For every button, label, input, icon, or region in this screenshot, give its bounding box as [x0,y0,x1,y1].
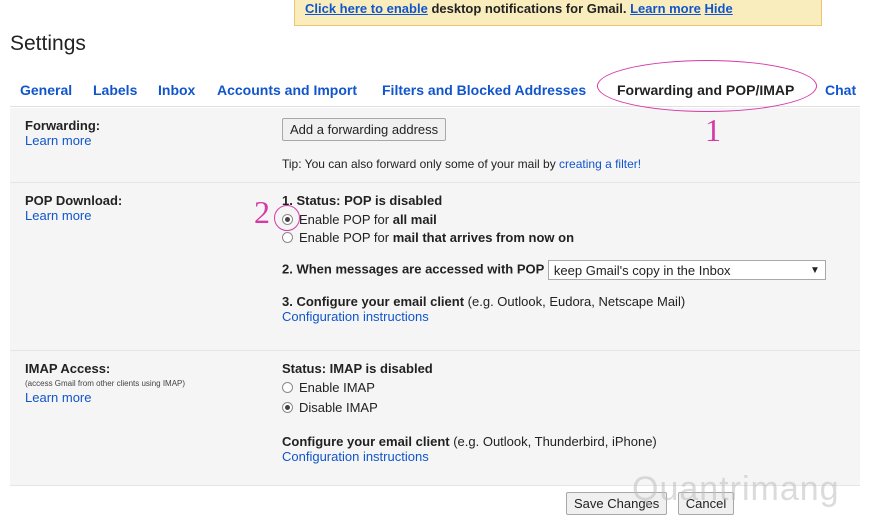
pop-download-section: POP Download: Learn more 1. Status: POP … [10,183,860,351]
pop-status: 1. Status: POP is disabled [282,193,443,208]
annotation-ellipse-tab [597,60,817,112]
annotation-number-one: 1 [705,112,721,148]
tab-accounts-and-import[interactable]: Accounts and Import [217,82,357,98]
pop-option1-prefix: Enable POP for [299,211,390,227]
pop-option2-bold: mail that arrives from now on [392,229,575,245]
pop-configuration-instructions-link[interactable]: Configuration instructions [282,309,826,324]
imap-configuration-instructions-link[interactable]: Configuration instructions [282,449,657,464]
tab-chat[interactable]: Chat [825,82,856,98]
imap-configure-label: Configure your email client [282,434,450,449]
tab-labels[interactable]: Labels [93,82,137,98]
add-forwarding-address-button[interactable]: Add a forwarding address [282,118,447,141]
imap-learn-more-link[interactable]: Learn more [25,390,275,405]
disable-imap-radio[interactable] [282,401,293,413]
enable-imap-label: Enable IMAP [299,379,375,395]
imap-sublabel: (access Gmail from other clients using I… [25,379,186,388]
pop-action-select[interactable]: keep Gmail's copy in the Inbox ▼ [547,260,826,280]
creating-filter-link[interactable]: creating a filter! [559,157,641,171]
disable-imap-label: Disable IMAP [299,399,378,415]
forwarding-tip-text: Tip: You can also forward only some of y… [282,157,556,171]
pop-step2-label: 2. When messages are accessed with POP [282,261,545,277]
forwarding-label: Forwarding: [25,118,101,133]
forwarding-learn-more-link[interactable]: Learn more [25,133,275,148]
notification-banner: Click here to enable desktop notificatio… [294,0,822,26]
enable-notifications-link[interactable]: Click here to enable [305,1,428,16]
imap-configure-examples: (e.g. Outlook, Thunderbird, iPhone) [453,434,657,449]
page-title: Settings [10,32,86,55]
tab-general[interactable]: General [20,82,72,98]
pop-option2-prefix: Enable POP for [299,229,390,245]
notification-learn-more-link[interactable]: Learn more [630,1,701,16]
annotation-circle-radio [274,205,300,231]
tab-inbox[interactable]: Inbox [158,82,195,98]
enable-imap-radio[interactable] [282,381,293,393]
pop-option1-bold: all mail [392,211,437,227]
imap-access-label: IMAP Access: [25,361,111,376]
pop-step3-label: 3. Configure your email client [282,294,465,309]
pop-download-label: POP Download: [25,193,123,208]
notification-text: desktop notifications for Gmail. [431,1,627,16]
annotation-number-two: 2 [254,194,270,230]
forwarding-section: Forwarding: Learn more Add a forwarding … [10,108,860,183]
imap-access-section: IMAP Access: (access Gmail from other cl… [10,351,860,486]
tab-filters-and-blocked-addresses[interactable]: Filters and Blocked Addresses [382,82,586,98]
pop-learn-more-link[interactable]: Learn more [25,208,275,223]
pop-step3-examples: (e.g. Outlook, Eudora, Netscape Mail) [467,294,686,309]
pop-from-now-radio[interactable] [282,231,293,243]
pop-action-select-value: keep Gmail's copy in the Inbox [553,263,731,278]
dropdown-arrow-icon: ▼ [810,265,820,276]
watermark-logo: Quantrimang [632,470,840,508]
imap-status: Status: IMAP is disabled [282,361,433,376]
notification-hide-link[interactable]: Hide [705,1,733,16]
